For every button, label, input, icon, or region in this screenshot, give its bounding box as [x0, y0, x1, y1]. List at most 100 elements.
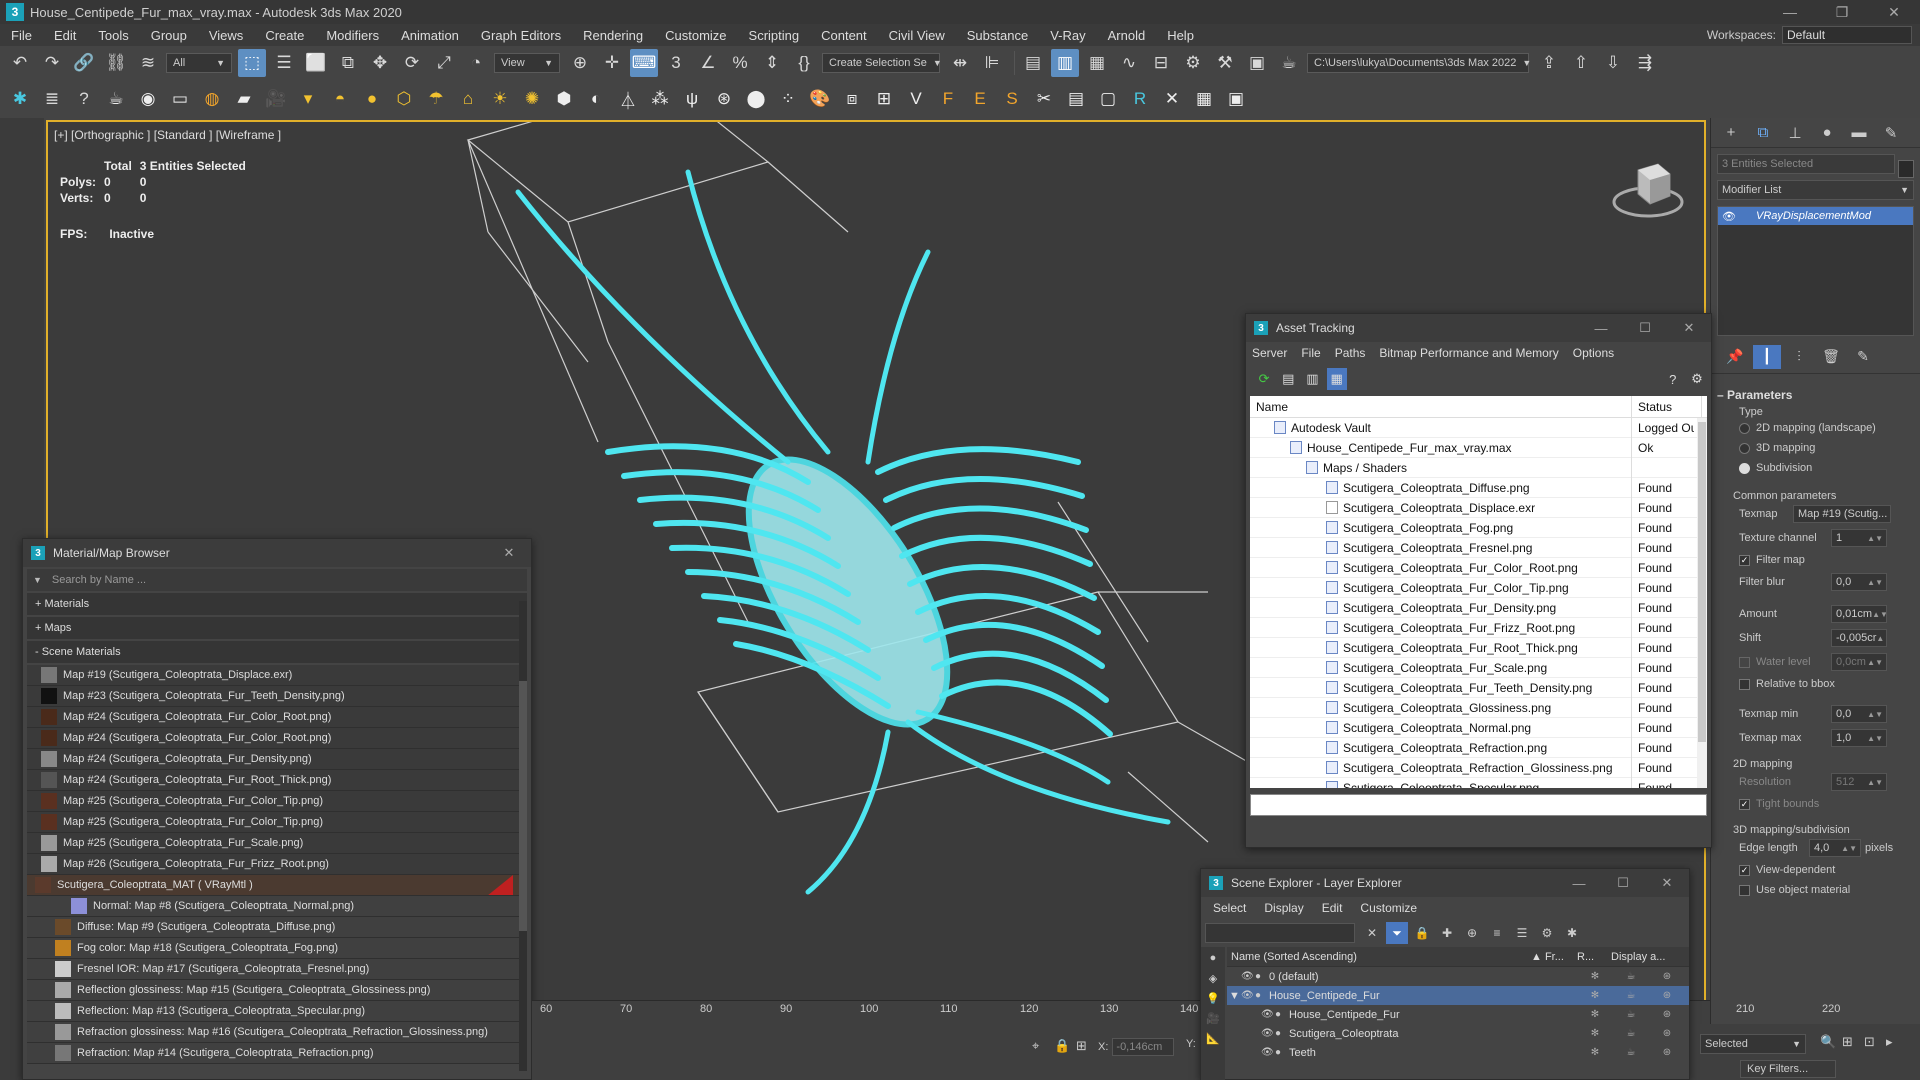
fp-icon[interactable]: F [934, 85, 962, 113]
workspace-dropdown[interactable]: Default [1782, 26, 1912, 44]
vray-ambient-light-icon[interactable]: ⌂ [454, 85, 482, 113]
vray-mesh-light-icon[interactable]: ⬡ [390, 85, 418, 113]
category-maps[interactable]: + Maps [27, 617, 527, 639]
water-level-spinner[interactable]: 0,0cm ▲▼ [1831, 653, 1887, 671]
asset-row[interactable]: House_Centipede_Fur_max_vray.max Ok [1250, 437, 1707, 458]
vray-render-icon[interactable]: ◉ [134, 85, 162, 113]
map-list-item[interactable]: Map #23 (Scutigera_Coleoptrata_Fur_Teeth… [27, 686, 527, 707]
asset-row[interactable]: Scutigera_Coleoptrata_Fur_Frizz_Root.png… [1250, 617, 1707, 638]
layer-manager-icon[interactable]: ▤ [1019, 49, 1047, 77]
se-menu-customize[interactable]: Customize [1360, 901, 1417, 915]
radio-subdivision[interactable]: Subdivision [1739, 458, 1920, 478]
texmap-button[interactable]: Map #19 (Scutig... [1793, 505, 1891, 523]
remove-modifier-icon[interactable]: 🗑 [1817, 345, 1845, 369]
freeze-icon[interactable]: ✻ [1577, 1028, 1613, 1039]
asset-row[interactable]: Scutigera_Coleoptrata_Fresnel.png Found [1250, 537, 1707, 558]
col-display[interactable]: Display a... [1607, 951, 1677, 963]
menu-edit[interactable]: Edit [43, 28, 87, 43]
fs-icon[interactable]: S [998, 85, 1026, 113]
material-editor-icon[interactable]: ⚙ [1179, 49, 1207, 77]
menu-vray[interactable]: V-Ray [1039, 28, 1096, 43]
close-button[interactable]: ✕ [1868, 0, 1920, 24]
asset-row[interactable]: Maps / Shaders [1250, 457, 1707, 478]
vray-sky-icon[interactable]: ✺ [518, 85, 546, 113]
grid-view-icon[interactable]: ▦ [1326, 368, 1347, 390]
render-toggle-icon[interactable]: ☕ [1613, 1009, 1649, 1020]
vray-plane-icon[interactable]: ⏃ [614, 85, 642, 113]
zoom-icon[interactable]: 🔍 [1820, 1034, 1838, 1050]
layer-sync-icon[interactable]: ✱ [1561, 922, 1583, 944]
asset-row[interactable]: Scutigera_Coleoptrata_Displace.exr Found [1250, 497, 1707, 518]
named-selection-icon[interactable]: {} [790, 49, 818, 77]
multi-material-icon[interactable]: ⁘ [774, 85, 802, 113]
object-color-swatch[interactable] [1898, 160, 1914, 178]
menu-tools[interactable]: Tools [87, 28, 139, 43]
vray-decal-icon[interactable]: ⊛ [710, 85, 738, 113]
filter-blur-spinner[interactable]: 0,0 ▲▼ [1831, 573, 1887, 591]
category-materials[interactable]: + Materials [27, 593, 527, 615]
forest-icon[interactable]: ✕ [1158, 85, 1186, 113]
reference-coord-dropdown[interactable]: View ▼ [494, 53, 560, 73]
submap-list-item[interactable]: Refraction glossiness: Map #16 (Scutiger… [27, 1022, 527, 1043]
selected-dropdown[interactable]: Selected ▼ [1700, 1034, 1806, 1054]
rect-selection-icon[interactable]: ⬜ [302, 49, 330, 77]
render-toggle-icon[interactable]: ☕ [1613, 1047, 1649, 1058]
tight-bounds-checkbox[interactable]: ✓ Tight bounds [1739, 794, 1920, 814]
minimize-button[interactable]: — [1557, 869, 1601, 897]
display-lights-icon[interactable]: 💡 [1203, 989, 1223, 1007]
asset-row[interactable]: Scutigera_Coleoptrata_Fur_Color_Tip.png F… [1250, 577, 1707, 598]
hierarchy-tab-icon[interactable]: ⊥ [1781, 120, 1809, 146]
project-settings-icon[interactable]: ⇶ [1631, 49, 1659, 77]
batch-render-icon[interactable]: ▤ [1062, 85, 1090, 113]
view-dependent-checkbox[interactable]: ✓ View-dependent [1739, 860, 1920, 880]
vray-fur-icon[interactable]: ⁂ [646, 85, 674, 113]
col-render[interactable]: R... [1573, 951, 1607, 963]
menu-modifiers[interactable]: Modifiers [315, 28, 390, 43]
asset-row[interactable]: Autodesk Vault Logged Ou [1250, 417, 1707, 438]
select-object-icon[interactable]: ⬚ [238, 49, 266, 77]
texture-channel-spinner[interactable]: 1 ▲▼ [1831, 529, 1887, 547]
vray-sun-icon[interactable]: ☀ [486, 85, 514, 113]
angle-snap-icon[interactable]: ∠ [694, 49, 722, 77]
place-icon[interactable]: ◔ [462, 49, 490, 77]
material-sphere-icon[interactable]: ⬤ [742, 85, 770, 113]
key-filters-button[interactable]: Key Filters... [1740, 1060, 1836, 1078]
material-browser-scrollbar[interactable] [519, 601, 527, 1071]
col-name-sorted[interactable]: Name (Sorted Ascending) [1227, 951, 1527, 963]
menu-substance[interactable]: Substance [956, 28, 1039, 43]
menu-graph-editors[interactable]: Graph Editors [470, 28, 572, 43]
map-list-item[interactable]: Map #25 (Scutigera_Coleoptrata_Fur_Color… [27, 812, 527, 833]
absolute-mode-icon[interactable]: ⊞ [1076, 1038, 1087, 1054]
scene-row[interactable]: 👁 ● Scutigera_Coleoptrata ✻ ☕ ⊛ [1227, 1024, 1689, 1043]
clear-search-icon[interactable]: ✕ [1361, 922, 1383, 944]
visibility-eye-icon[interactable]: 👁 [1261, 1047, 1275, 1058]
project-list-icon[interactable]: ⇩ [1599, 49, 1627, 77]
light-lister-icon[interactable]: ◍ [198, 85, 226, 113]
at-menu-paths[interactable]: Paths [1335, 346, 1366, 360]
vray-asset-icon[interactable]: ✱ [6, 85, 34, 113]
map-list-item[interactable]: Map #24 (Scutigera_Coleoptrata_Fur_Root_… [27, 770, 527, 791]
window-icon[interactable]: ▢ [1094, 85, 1122, 113]
new-layer-icon[interactable]: ✚ [1436, 922, 1458, 944]
camera-icon[interactable]: 🎥 [262, 85, 290, 113]
asset-row[interactable]: Scutigera_Coleoptrata_Specular.png Found [1250, 777, 1707, 788]
col-name-header[interactable]: Name [1250, 396, 1632, 417]
utilities-tab-icon[interactable]: ✎ [1877, 120, 1905, 146]
fe-icon[interactable]: E [966, 85, 994, 113]
grid-icon[interactable]: ▦ [1190, 85, 1218, 113]
minimize-button[interactable]: — [1764, 0, 1816, 24]
align-icon[interactable]: ⊫ [978, 49, 1006, 77]
use-object-material-checkbox[interactable]: Use object material [1739, 880, 1920, 900]
map-list-item[interactable]: Map #19 (Scutigera_Coleoptrata_Displace.… [27, 665, 527, 686]
amount-spinner[interactable]: 0,01cm ▲▼ [1831, 605, 1887, 623]
modifier-list-dropdown[interactable]: Modifier List ▼ [1717, 180, 1914, 200]
render-toggle-icon[interactable]: ☕ [1613, 990, 1649, 1001]
submap-list-item[interactable]: Reflection glossiness: Map #15 (Scutiger… [27, 980, 527, 1001]
se-menu-display[interactable]: Display [1264, 901, 1303, 915]
list-icon[interactable]: ≣ [38, 85, 66, 113]
vray-sphere-light-icon[interactable]: ● [358, 85, 386, 113]
table-view-icon[interactable]: ▥ [1302, 368, 1322, 390]
motion-tab-icon[interactable]: ● [1813, 120, 1841, 146]
relative-bbox-checkbox[interactable]: Relative to bbox [1739, 674, 1920, 694]
keyboard-shortcut-icon[interactable]: ⌨ [630, 49, 658, 77]
